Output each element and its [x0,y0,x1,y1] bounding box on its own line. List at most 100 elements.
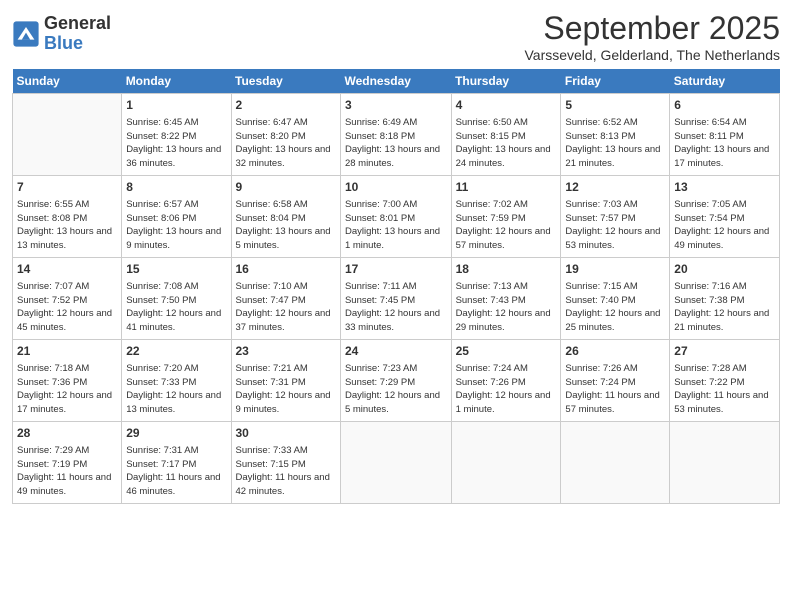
day-cell: 27 Sunrise: 7:28 AM Sunset: 7:22 PM Dayli… [670,340,780,422]
day-number: 25 [456,343,557,360]
day-number: 2 [236,97,336,114]
day-number: 22 [126,343,226,360]
day-info: Sunrise: 7:20 AM Sunset: 7:33 PM Dayligh… [126,362,226,417]
day-number: 29 [126,425,226,442]
day-number: 18 [456,261,557,278]
day-info: Sunrise: 7:10 AM Sunset: 7:47 PM Dayligh… [236,280,336,335]
day-cell [670,422,780,504]
week-row-2: 14 Sunrise: 7:07 AM Sunset: 7:52 PM Dayli… [13,258,780,340]
day-number: 12 [565,179,665,196]
day-number: 21 [17,343,117,360]
day-number: 17 [345,261,447,278]
header: General Blue September 2025 Varsseveld, … [12,10,780,63]
day-cell: 2 Sunrise: 6:47 AM Sunset: 8:20 PM Daylig… [231,94,340,176]
day-info: Sunrise: 6:47 AM Sunset: 8:20 PM Dayligh… [236,116,336,171]
day-cell: 13 Sunrise: 7:05 AM Sunset: 7:54 PM Dayli… [670,176,780,258]
day-number: 3 [345,97,447,114]
day-cell: 30 Sunrise: 7:33 AM Sunset: 7:15 PM Dayli… [231,422,340,504]
day-cell: 23 Sunrise: 7:21 AM Sunset: 7:31 PM Dayli… [231,340,340,422]
day-number: 28 [17,425,117,442]
day-number: 15 [126,261,226,278]
day-cell: 1Sunrise: 6:45 AM Sunset: 8:22 PM Daylig… [122,94,231,176]
logo-icon [12,20,40,48]
day-info: Sunrise: 6:57 AM Sunset: 8:06 PM Dayligh… [126,198,226,253]
day-cell: 15Sunrise: 7:08 AM Sunset: 7:50 PM Dayli… [122,258,231,340]
day-cell: 11Sunrise: 7:02 AM Sunset: 7:59 PM Dayli… [451,176,561,258]
day-info: Sunrise: 6:58 AM Sunset: 8:04 PM Dayligh… [236,198,336,253]
day-info: Sunrise: 7:18 AM Sunset: 7:36 PM Dayligh… [17,362,117,417]
day-cell: 10 Sunrise: 7:00 AM Sunset: 8:01 PM Dayli… [340,176,451,258]
header-wednesday: Wednesday [340,69,451,94]
day-cell: 8 Sunrise: 6:57 AM Sunset: 8:06 PM Daylig… [122,176,231,258]
day-info: Sunrise: 7:07 AM Sunset: 7:52 PM Dayligh… [17,280,117,335]
day-info: Sunrise: 7:03 AM Sunset: 7:57 PM Dayligh… [565,198,665,253]
day-cell: 19Sunrise: 7:15 AM Sunset: 7:40 PM Dayli… [561,258,670,340]
day-cell: 26Sunrise: 7:26 AM Sunset: 7:24 PM Dayli… [561,340,670,422]
header-tuesday: Tuesday [231,69,340,94]
calendar-table: Sunday Monday Tuesday Wednesday Thursday… [12,69,780,504]
header-thursday: Thursday [451,69,561,94]
day-cell: 14 Sunrise: 7:07 AM Sunset: 7:52 PM Dayli… [13,258,122,340]
day-info: Sunrise: 7:00 AM Sunset: 8:01 PM Dayligh… [345,198,447,253]
day-info: Sunrise: 7:29 AM Sunset: 7:19 PM Dayligh… [17,444,117,499]
day-number: 10 [345,179,447,196]
logo-general: General [44,14,111,34]
day-info: Sunrise: 7:33 AM Sunset: 7:15 PM Dayligh… [236,444,336,499]
day-info: Sunrise: 7:23 AM Sunset: 7:29 PM Dayligh… [345,362,447,417]
day-cell: 28 Sunrise: 7:29 AM Sunset: 7:19 PM Dayli… [13,422,122,504]
day-cell: 20 Sunrise: 7:16 AM Sunset: 7:38 PM Dayli… [670,258,780,340]
day-info: Sunrise: 7:21 AM Sunset: 7:31 PM Dayligh… [236,362,336,417]
week-row-0: 1Sunrise: 6:45 AM Sunset: 8:22 PM Daylig… [13,94,780,176]
day-info: Sunrise: 7:28 AM Sunset: 7:22 PM Dayligh… [674,362,775,417]
day-number: 5 [565,97,665,114]
day-info: Sunrise: 6:54 AM Sunset: 8:11 PM Dayligh… [674,116,775,171]
day-cell [561,422,670,504]
header-monday: Monday [122,69,231,94]
day-cell: 16Sunrise: 7:10 AM Sunset: 7:47 PM Dayli… [231,258,340,340]
day-info: Sunrise: 7:24 AM Sunset: 7:26 PM Dayligh… [456,362,557,417]
day-info: Sunrise: 7:05 AM Sunset: 7:54 PM Dayligh… [674,198,775,253]
day-info: Sunrise: 7:11 AM Sunset: 7:45 PM Dayligh… [345,280,447,335]
day-cell: 4Sunrise: 6:50 AM Sunset: 8:15 PM Daylig… [451,94,561,176]
day-cell: 17 Sunrise: 7:11 AM Sunset: 7:45 PM Dayli… [340,258,451,340]
day-cell: 18 Sunrise: 7:13 AM Sunset: 7:43 PM Dayli… [451,258,561,340]
subtitle: Varsseveld, Gelderland, The Netherlands [524,47,780,63]
day-cell [451,422,561,504]
day-number: 13 [674,179,775,196]
day-number: 27 [674,343,775,360]
day-info: Sunrise: 6:52 AM Sunset: 8:13 PM Dayligh… [565,116,665,171]
day-number: 23 [236,343,336,360]
day-number: 20 [674,261,775,278]
day-info: Sunrise: 6:49 AM Sunset: 8:18 PM Dayligh… [345,116,447,171]
day-number: 24 [345,343,447,360]
logo-blue: Blue [44,34,111,54]
header-friday: Friday [561,69,670,94]
day-cell: 5 Sunrise: 6:52 AM Sunset: 8:13 PM Daylig… [561,94,670,176]
day-info: Sunrise: 7:26 AM Sunset: 7:24 PM Dayligh… [565,362,665,417]
day-cell: 7 Sunrise: 6:55 AM Sunset: 8:08 PM Daylig… [13,176,122,258]
day-info: Sunrise: 6:55 AM Sunset: 8:08 PM Dayligh… [17,198,117,253]
day-info: Sunrise: 7:16 AM Sunset: 7:38 PM Dayligh… [674,280,775,335]
day-cell: 12 Sunrise: 7:03 AM Sunset: 7:57 PM Dayli… [561,176,670,258]
day-cell: 21 Sunrise: 7:18 AM Sunset: 7:36 PM Dayli… [13,340,122,422]
header-sunday: Sunday [13,69,122,94]
day-cell: 3 Sunrise: 6:49 AM Sunset: 8:18 PM Daylig… [340,94,451,176]
day-number: 6 [674,97,775,114]
month-title: September 2025 [524,10,780,47]
header-row: Sunday Monday Tuesday Wednesday Thursday… [13,69,780,94]
day-cell: 24 Sunrise: 7:23 AM Sunset: 7:29 PM Dayli… [340,340,451,422]
day-cell: 9 Sunrise: 6:58 AM Sunset: 8:04 PM Daylig… [231,176,340,258]
day-cell [13,94,122,176]
title-block: September 2025 Varsseveld, Gelderland, T… [524,10,780,63]
day-number: 30 [236,425,336,442]
day-number: 7 [17,179,117,196]
day-number: 14 [17,261,117,278]
day-cell: 6 Sunrise: 6:54 AM Sunset: 8:11 PM Daylig… [670,94,780,176]
day-info: Sunrise: 7:31 AM Sunset: 7:17 PM Dayligh… [126,444,226,499]
day-number: 8 [126,179,226,196]
day-info: Sunrise: 7:02 AM Sunset: 7:59 PM Dayligh… [456,198,557,253]
day-number: 9 [236,179,336,196]
day-number: 1 [126,97,226,114]
week-row-3: 21 Sunrise: 7:18 AM Sunset: 7:36 PM Dayli… [13,340,780,422]
day-info: Sunrise: 7:13 AM Sunset: 7:43 PM Dayligh… [456,280,557,335]
